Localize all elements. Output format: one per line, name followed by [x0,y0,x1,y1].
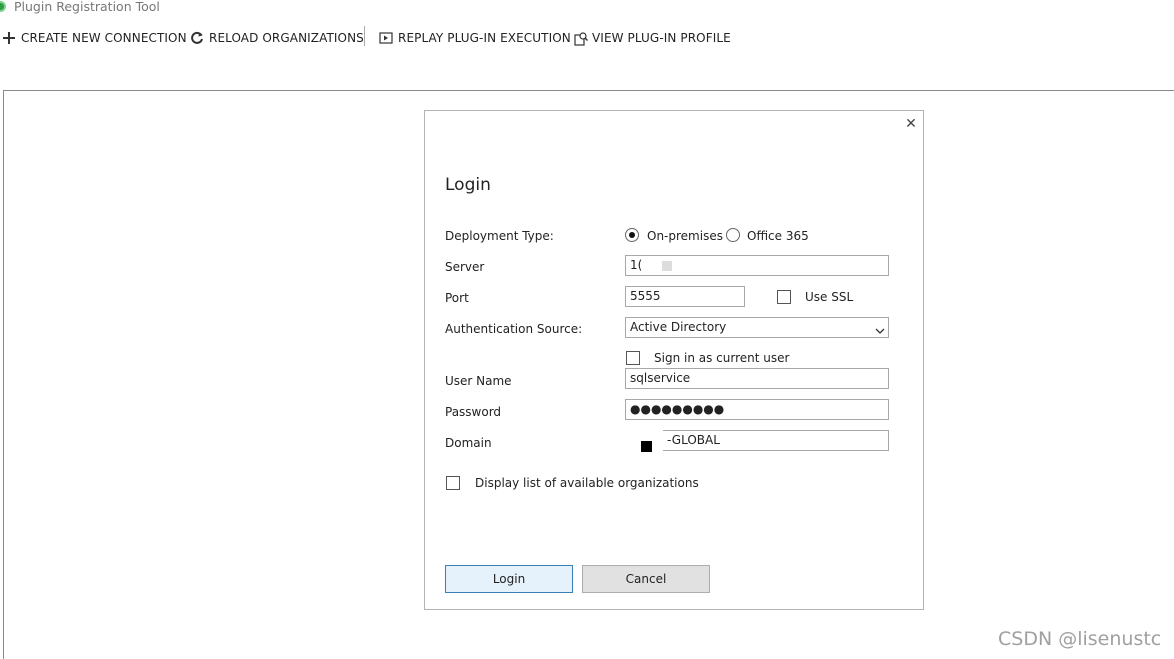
toolbar: CREATE NEW CONNECTION RELOAD ORGANIZATIO… [0,28,760,48]
sign-in-current-label: Sign in as current user [654,351,790,365]
create-connection-button[interactable]: CREATE NEW CONNECTION [2,28,187,48]
deployment-type-label: Deployment Type: [445,229,554,243]
watermark-text: CSDN @lisenustc [998,628,1162,650]
replay-execution-label: REPLAY PLUG-IN EXECUTION [398,31,571,45]
plus-icon [2,31,16,45]
redaction-mask [662,260,673,271]
server-label: Server [445,260,485,274]
use-ssl-label: Use SSL [805,290,854,304]
login-dialog: ✕ Login Deployment Type: On-premises Off… [424,110,924,610]
server-value: 1( [630,258,643,272]
port-label: Port [445,291,469,305]
office365-radio[interactable] [726,228,740,242]
display-orgs-checkbox[interactable] [446,476,460,490]
password-label: Password [445,405,502,419]
use-ssl-checkbox[interactable] [777,290,791,304]
on-premises-label: On-premises [647,229,723,243]
login-button[interactable]: Login [445,565,573,593]
close-icon[interactable]: ✕ [905,117,917,131]
auth-source-label: Authentication Source: [445,322,583,336]
port-value: 5555 [630,289,661,303]
domain-input[interactable]: -GLOBAL [663,430,889,451]
username-label: User Name [445,374,512,388]
app-window: Plugin Registration Tool CREATE NEW CONN… [0,0,1174,659]
view-profile-button[interactable]: VIEW PLUG-IN PROFILE [573,28,731,48]
chevron-down-icon [875,322,885,334]
app-logo-icon [0,1,6,12]
cancel-button[interactable]: Cancel [582,565,710,593]
window-title: Plugin Registration Tool [14,0,160,14]
on-premises-radio[interactable] [625,228,639,242]
auth-source-select[interactable]: Active Directory [625,317,889,338]
toolbar-separator [364,26,365,46]
replay-execution-button[interactable]: REPLAY PLUG-IN EXECUTION [379,28,571,48]
password-value: ●●●●●●●●● [630,402,725,416]
dialog-title: Login [445,175,491,195]
office365-label: Office 365 [747,229,809,243]
port-input[interactable]: 5555 [625,286,745,307]
display-orgs-label: Display list of available organizations [475,476,699,490]
domain-value: -GLOBAL [667,433,720,447]
redaction-block [641,441,652,452]
profile-search-icon [573,31,588,46]
reload-organizations-button[interactable]: RELOAD ORGANIZATIONS [190,28,364,48]
play-box-icon [379,31,393,45]
reload-organizations-label: RELOAD ORGANIZATIONS [209,31,364,45]
view-profile-label: VIEW PLUG-IN PROFILE [592,31,731,45]
server-input[interactable]: 1( [625,255,889,276]
auth-source-value: Active Directory [630,320,727,334]
password-input[interactable]: ●●●●●●●●● [625,399,889,420]
create-connection-label: CREATE NEW CONNECTION [21,31,187,45]
sign-in-current-checkbox[interactable] [626,351,640,365]
refresh-icon [190,31,204,45]
username-input[interactable]: sqlservice [625,368,889,389]
username-value: sqlservice [630,371,691,385]
domain-label: Domain [445,436,492,450]
